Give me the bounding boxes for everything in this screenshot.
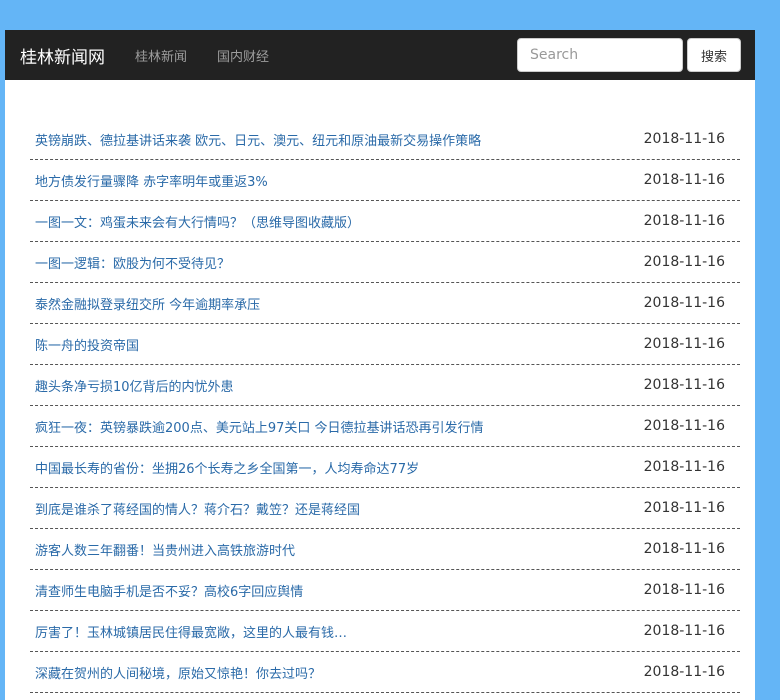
news-title-link[interactable]: 一图一逻辑：欧股为何不受待见？ — [35, 253, 230, 272]
news-title-link[interactable]: 陈一舟的投资帝国 — [35, 335, 139, 354]
news-title-link[interactable]: 到底是谁杀了蒋经国的情人？蒋介石？戴笠？还是蒋经国 — [35, 499, 360, 518]
brand-logo[interactable]: 桂林新闻网 — [20, 43, 105, 68]
news-date: 2018-11-16 — [643, 295, 725, 311]
news-item: 疯狂一夜：英镑暴跌逾200点、美元站上97关口 今日德拉基讲话恐再引发行情 20… — [30, 406, 740, 447]
news-title-link[interactable]: 一图一文：鸡蛋未来会有大行情吗？（思维导图收藏版） — [35, 212, 360, 231]
nav-link-guilin-news[interactable]: 桂林新闻 — [135, 46, 187, 65]
news-date: 2018-11-16 — [643, 172, 725, 188]
news-date: 2018-11-16 — [643, 131, 725, 147]
news-item: 泰然金融拟登录纽交所 今年逾期率承压 2018-11-16 — [30, 283, 740, 324]
news-title-link[interactable]: 深藏在贺州的人间秘境，原始又惊艳！你去过吗？ — [35, 663, 321, 682]
news-title-link[interactable]: 趣头条净亏损10亿背后的内忧外患 — [35, 376, 234, 395]
navbar: 桂林新闻网 桂林新闻 国内财经 搜索 — [5, 30, 755, 80]
news-title-link[interactable]: 中国最长寿的省份：坐拥26个长寿之乡全国第一，人均寿命达77岁 — [35, 458, 419, 477]
news-item: 一图一文：鸡蛋未来会有大行情吗？（思维导图收藏版） 2018-11-16 — [30, 201, 740, 242]
news-title-link[interactable]: 游客人数三年翻番！当贵州进入高铁旅游时代 — [35, 540, 295, 559]
news-item: 到底是谁杀了蒋经国的情人？蒋介石？戴笠？还是蒋经国 2018-11-16 — [30, 488, 740, 529]
news-item: 清查师生电脑手机是否不妥？高校6字回应舆情 2018-11-16 — [30, 570, 740, 611]
news-item: 趣头条净亏损10亿背后的内忧外患 2018-11-16 — [30, 365, 740, 406]
news-title-link[interactable]: 疯狂一夜：英镑暴跌逾200点、美元站上97关口 今日德拉基讲话恐再引发行情 — [35, 417, 484, 436]
news-item: 英镑崩跌、德拉基讲话来袭 欧元、日元、澳元、纽元和原油最新交易操作策略 2018… — [30, 119, 740, 160]
news-item: 陈一舟的投资帝国 2018-11-16 — [30, 324, 740, 365]
news-list: 英镑崩跌、德拉基讲话来袭 欧元、日元、澳元、纽元和原油最新交易操作策略 2018… — [30, 119, 740, 693]
news-item: 游客人数三年翻番！当贵州进入高铁旅游时代 2018-11-16 — [30, 529, 740, 570]
news-date: 2018-11-16 — [643, 377, 725, 393]
search-button[interactable]: 搜索 — [687, 38, 741, 72]
news-item: 地方债发行量骤降 赤字率明年或重返3% 2018-11-16 — [30, 160, 740, 201]
news-date: 2018-11-16 — [643, 459, 725, 475]
news-date: 2018-11-16 — [643, 213, 725, 229]
news-item: 中国最长寿的省份：坐拥26个长寿之乡全国第一，人均寿命达77岁 2018-11-… — [30, 447, 740, 488]
news-title-link[interactable]: 厉害了！玉林城镇居民住得最宽敞，这里的人最有钱… — [35, 622, 347, 641]
news-date: 2018-11-16 — [643, 623, 725, 639]
news-date: 2018-11-16 — [643, 500, 725, 516]
news-date: 2018-11-16 — [643, 254, 725, 270]
news-title-link[interactable]: 清查师生电脑手机是否不妥？高校6字回应舆情 — [35, 581, 303, 600]
nav-link-domestic-finance[interactable]: 国内财经 — [217, 46, 269, 65]
news-title-link[interactable]: 地方债发行量骤降 赤字率明年或重返3% — [35, 171, 268, 190]
news-item: 一图一逻辑：欧股为何不受待见？ 2018-11-16 — [30, 242, 740, 283]
news-date: 2018-11-16 — [643, 664, 725, 680]
news-date: 2018-11-16 — [643, 336, 725, 352]
search-input[interactable] — [517, 38, 683, 72]
news-date: 2018-11-16 — [643, 418, 725, 434]
page-frame: 桂林新闻网 桂林新闻 国内财经 搜索 英镑崩跌、德拉基讲话来袭 欧元、日元、澳元… — [5, 30, 755, 700]
news-date: 2018-11-16 — [643, 541, 725, 557]
news-item: 厉害了！玉林城镇居民住得最宽敞，这里的人最有钱… 2018-11-16 — [30, 611, 740, 652]
news-title-link[interactable]: 英镑崩跌、德拉基讲话来袭 欧元、日元、澳元、纽元和原油最新交易操作策略 — [35, 130, 481, 149]
news-date: 2018-11-16 — [643, 582, 725, 598]
news-item: 深藏在贺州的人间秘境，原始又惊艳！你去过吗？ 2018-11-16 — [30, 652, 740, 693]
news-title-link[interactable]: 泰然金融拟登录纽交所 今年逾期率承压 — [35, 294, 260, 313]
search-form: 搜索 — [517, 38, 741, 72]
